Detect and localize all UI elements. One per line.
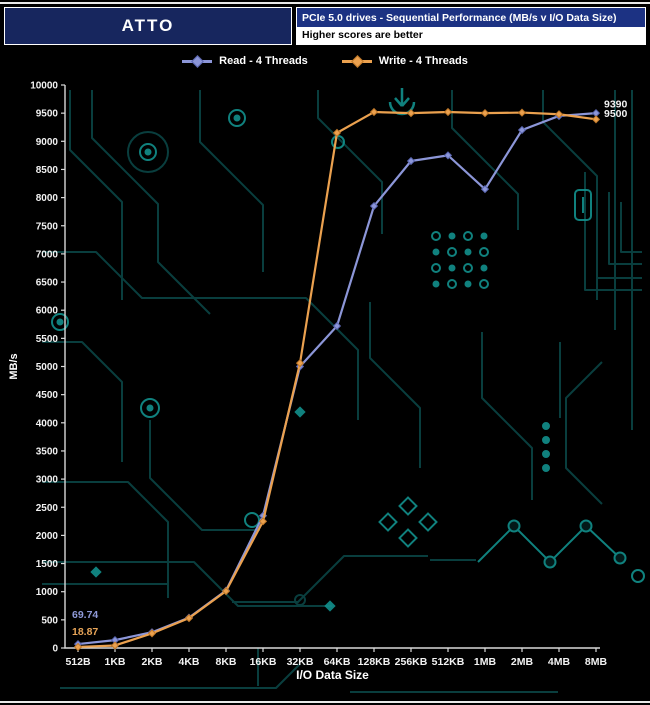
y-tick-label: 5000: [36, 362, 59, 373]
x-tick-label: 8KB: [215, 656, 236, 668]
y-tick-label: 7000: [36, 249, 59, 260]
y-tick-label: 8000: [36, 193, 59, 204]
benchmark-chart-screenshot: ATTO PCIe 5.0 drives - Sequential Perfor…: [0, 0, 650, 705]
series-1-marker: [406, 109, 416, 118]
data-label: 9500: [604, 108, 628, 120]
series-line-1: [77, 110, 597, 649]
y-tick-label: 2500: [36, 503, 59, 514]
y-tick-label: 0: [52, 644, 58, 655]
series-1-marker: [480, 109, 490, 118]
x-tick-label: 2MB: [511, 656, 534, 668]
series-1-marker: [517, 108, 527, 117]
y-tick-label: 3500: [36, 446, 59, 457]
y-tick-label: 4000: [36, 418, 59, 429]
y-tick-label: 2000: [36, 531, 59, 542]
y-tick-label: 1000: [36, 587, 59, 598]
y-tick-label: 7500: [36, 221, 59, 232]
x-tick-label: 1KB: [104, 656, 125, 668]
series-1-marker: [443, 107, 453, 117]
series-line-0: [77, 112, 597, 646]
y-tick-label: 4500: [36, 390, 59, 401]
x-tick-label: 32KB: [287, 656, 314, 668]
x-tick-label: 512KB: [432, 656, 465, 668]
x-tick-label: 4KB: [178, 656, 199, 668]
y-axis-title: MB/s: [8, 353, 20, 379]
x-tick-label: 2KB: [141, 656, 162, 668]
x-tick-label: 256KB: [395, 656, 428, 668]
y-tick-label: 5500: [36, 334, 59, 345]
x-axis-title: I/O Data Size: [296, 668, 369, 682]
y-tick-label: 6500: [36, 278, 59, 289]
y-tick-label: 8500: [36, 165, 59, 176]
axes: [64, 85, 600, 649]
y-tick-label: 10000: [30, 81, 58, 92]
data-label: 69.74: [72, 609, 98, 621]
x-tick-label: 128KB: [358, 656, 391, 668]
y-tick-label: 3000: [36, 475, 59, 486]
y-tick-label: 6000: [36, 306, 59, 317]
x-tick-label: 512B: [65, 656, 91, 668]
x-tick-label: 4MB: [548, 656, 571, 668]
x-tick-label: 8MB: [585, 656, 608, 668]
x-tick-label: 1MB: [474, 656, 497, 668]
series-1-marker: [591, 115, 601, 124]
y-tick-label: 9500: [36, 109, 59, 120]
y-tick-label: 9000: [36, 137, 59, 148]
x-tick-label: 16KB: [250, 656, 277, 668]
x-tick-label: 64KB: [324, 656, 351, 668]
chart-canvas: 0 500 1000 1500 2000 2500 3000 3500 4000 4500 5000…: [8, 81, 628, 683]
data-label: 18.87: [72, 626, 98, 638]
y-tick-label: 1500: [36, 559, 59, 570]
y-tick-label: 500: [41, 615, 58, 626]
